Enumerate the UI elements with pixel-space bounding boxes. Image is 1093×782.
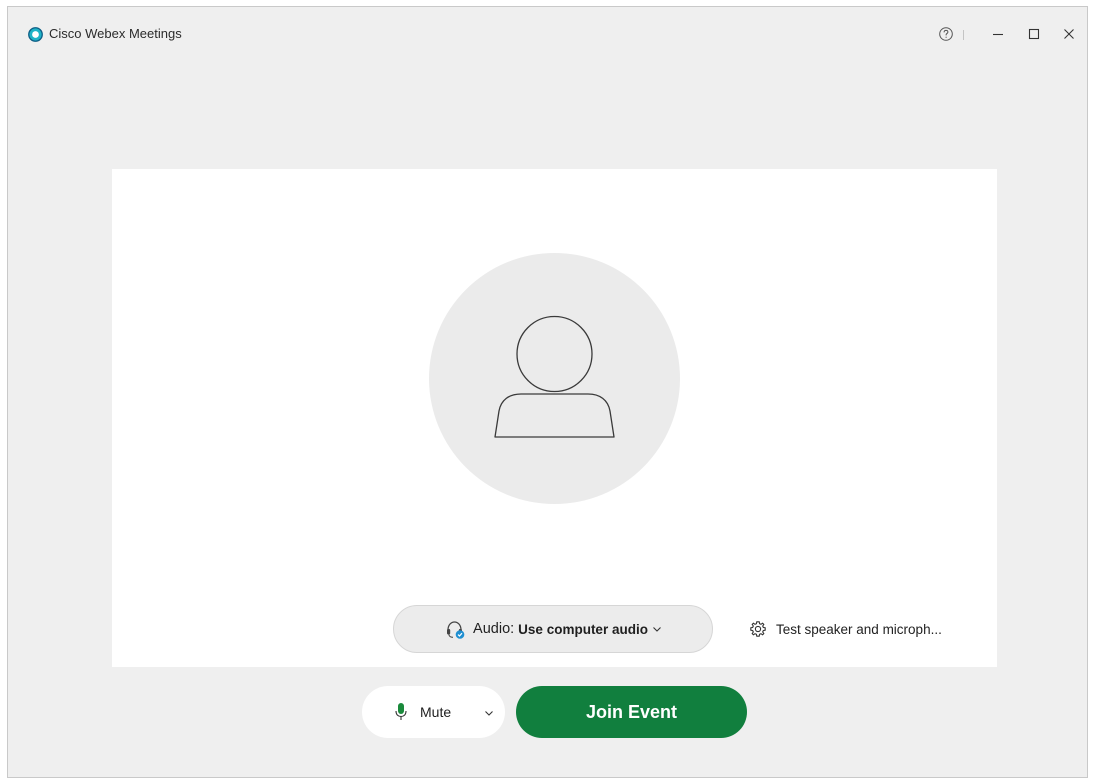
gear-icon bbox=[750, 621, 766, 637]
microphone-icon bbox=[395, 703, 407, 720]
chevron-down-icon bbox=[653, 627, 661, 632]
title-bar: Cisco Webex Meetings bbox=[8, 7, 1087, 59]
maximize-icon bbox=[1028, 28, 1040, 40]
window-title: Cisco Webex Meetings bbox=[49, 26, 182, 41]
help-icon bbox=[939, 27, 953, 41]
user-avatar-icon bbox=[494, 315, 615, 438]
webex-logo-icon bbox=[28, 27, 43, 42]
audio-value: Use computer audio bbox=[518, 621, 648, 637]
close-icon bbox=[1064, 29, 1074, 39]
help-button[interactable] bbox=[933, 21, 959, 47]
minimize-button[interactable] bbox=[985, 21, 1011, 47]
mute-options-chevron-icon[interactable] bbox=[484, 708, 494, 718]
mute-button[interactable]: Mute bbox=[362, 686, 505, 738]
headset-icon bbox=[447, 621, 465, 639]
close-button[interactable] bbox=[1056, 21, 1082, 47]
test-speaker-label: Test speaker and microph... bbox=[776, 621, 942, 637]
webex-window: Cisco Webex Meetings Audio: Use computer… bbox=[7, 6, 1088, 778]
audio-select-button[interactable]: Audio: Use computer audio bbox=[393, 605, 713, 653]
test-speaker-button[interactable]: Test speaker and microph... bbox=[749, 616, 942, 642]
avatar bbox=[429, 253, 680, 504]
mute-label: Mute bbox=[420, 704, 452, 720]
audio-label: Audio: bbox=[473, 621, 515, 637]
video-preview-panel: Audio: Use computer audio Test speaker a… bbox=[112, 169, 997, 667]
maximize-button[interactable] bbox=[1021, 21, 1047, 47]
minimize-icon bbox=[993, 33, 1003, 36]
join-event-button[interactable]: Join Event bbox=[516, 686, 747, 738]
title-bar-separator bbox=[963, 30, 964, 40]
